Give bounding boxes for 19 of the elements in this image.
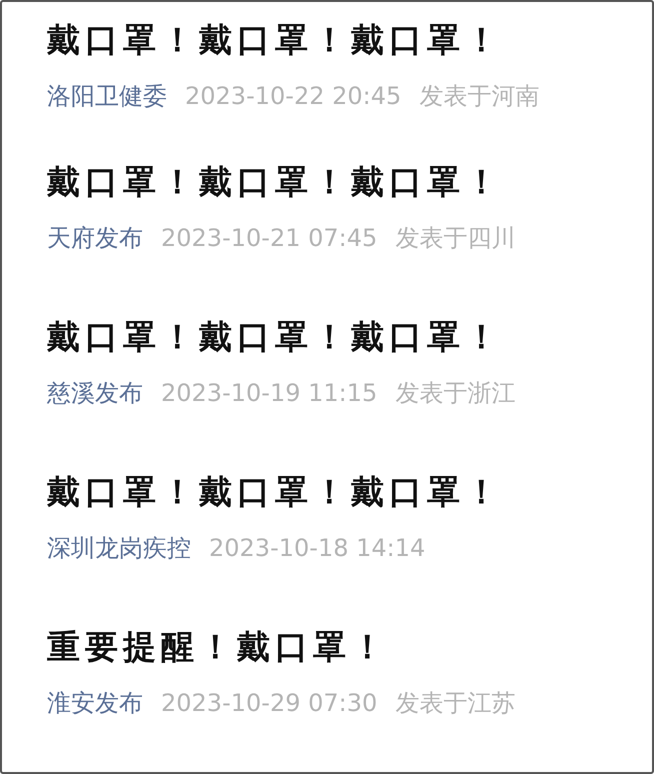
publish-time: 2023-10-29 07:30 [161,688,378,720]
publish-time: 2023-10-18 14:14 [209,533,426,564]
publish-time: 2023-10-19 11:15 [161,378,378,410]
publish-time: 2023-10-21 07:45 [161,223,378,254]
publish-location: 发表于江苏 [395,688,516,720]
article-title[interactable]: 戴口罩！戴口罩！戴口罩！ [47,152,652,212]
article-title[interactable]: 戴口罩！戴口罩！戴口罩！ [47,462,652,522]
publish-location: 发表于浙江 [395,378,516,410]
publish-location: 发表于四川 [395,223,516,254]
article-title[interactable]: 戴口罩！戴口罩！戴口罩！ [47,307,652,368]
source-name: 淮安发布 [47,688,143,720]
source-name: 慈溪发布 [47,378,143,410]
source-name: 洛阳卫健委 [47,81,167,112]
source-name: 深圳龙岗疾控 [47,533,191,564]
article-title[interactable]: 重要提醒！戴口罩！ [47,617,652,678]
publish-time: 2023-10-22 20:45 [185,81,402,112]
publish-location: 发表于河南 [419,81,540,112]
article-title[interactable]: 戴口罩！戴口罩！戴口罩！ [47,10,652,70]
source-name: 天府发布 [47,223,143,254]
